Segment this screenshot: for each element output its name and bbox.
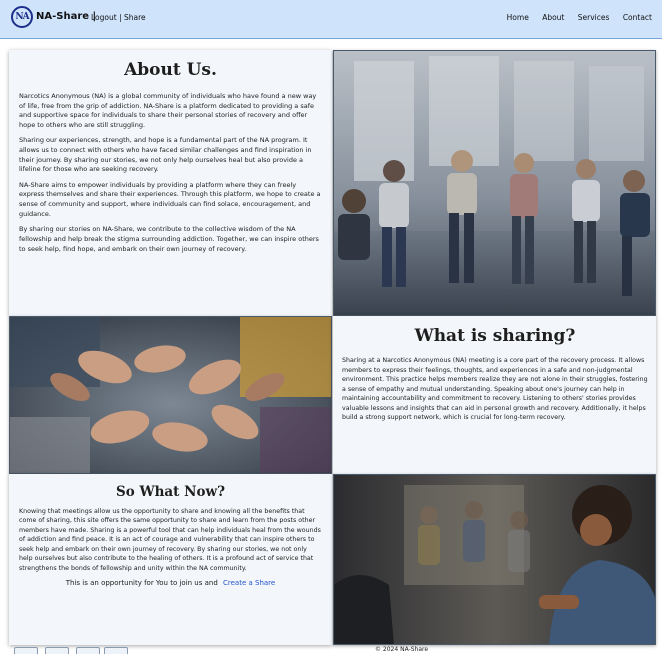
so-what-now-paragraph: Knowing that meetings allow us the oppor… [19,508,321,572]
nav-home[interactable]: Home [507,13,529,22]
logout-link[interactable]: Logout [91,13,117,22]
about-section: About Us. Narcotics Anonymous (NA) is a … [9,50,332,316]
joined-hands-photo-graphic [10,317,331,473]
joined-hands-photo [9,316,332,474]
about-paragraph: Sharing our experiences, strength, and h… [19,136,312,174]
support-group-photo [333,50,656,316]
woman-sharing-photo-graphic [334,475,655,644]
top-navbar: NA NA-Share | Logout | Share Home About … [0,0,662,39]
about-title: About Us. [124,60,217,80]
footer-copyright: © 2024 NA-Share [375,646,429,653]
about-paragraph: Narcotics Anonymous (NA) is a global com… [19,92,317,129]
nav-about[interactable]: About [542,13,564,22]
about-paragraph: By sharing our stories on NA-Share, we c… [19,225,319,253]
user-links: Logout | Share [91,13,146,22]
about-paragraph: NA-Share aims to empower individuals by … [19,180,321,218]
sharing-title: What is sharing? [414,326,576,346]
share-link[interactable]: Share [124,13,146,22]
call-to-action: This is an opportunity for You to join u… [19,579,322,587]
main-nav: Home About Services Contact [496,13,652,22]
create-share-link[interactable]: Create a Share [223,579,275,587]
sharing-section: What is sharing? Sharing at a Narcotics … [333,316,656,474]
woman-sharing-photo [333,474,656,645]
cta-text: This is an opportunity for You to join u… [65,579,218,588]
brand-name[interactable]: NA-Share | [36,11,96,22]
sharing-paragraph: Sharing at a Narcotics Anonymous (NA) me… [342,357,648,422]
na-logo-icon[interactable]: NA [11,6,33,28]
support-group-photo-graphic [334,51,655,315]
nav-contact[interactable]: Contact [623,13,652,22]
so-what-now-section: So What Now? Knowing that meetings allow… [9,474,332,645]
nav-services[interactable]: Services [578,13,610,22]
so-what-now-title: So What Now? [116,484,225,500]
link-separator: | [116,13,124,22]
